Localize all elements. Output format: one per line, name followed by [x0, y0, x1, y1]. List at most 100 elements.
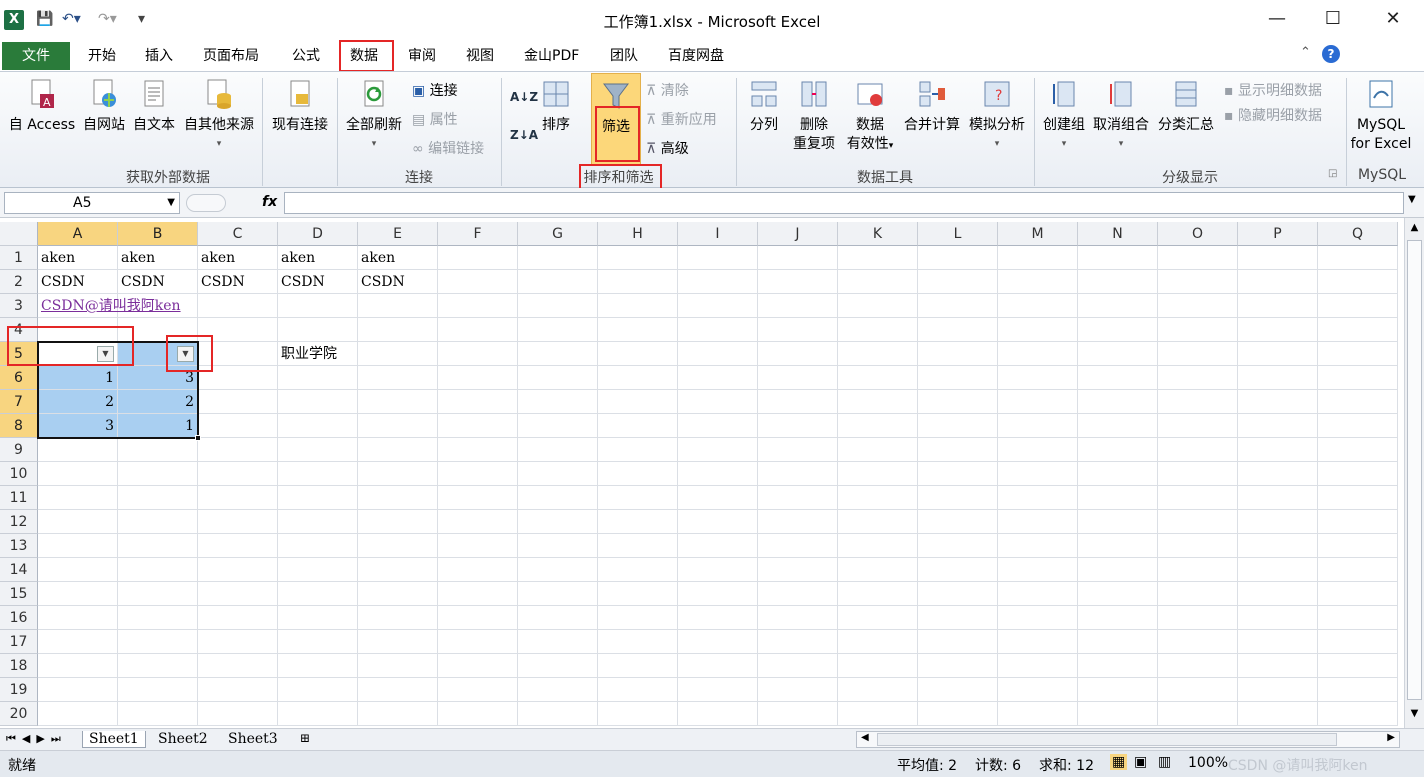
row-header-7[interactable]: 7: [0, 390, 38, 414]
column-header-Q[interactable]: Q: [1318, 222, 1398, 246]
cell-J20[interactable]: [758, 702, 838, 726]
cell-G20[interactable]: [518, 702, 598, 726]
cell-O18[interactable]: [1158, 654, 1238, 678]
cell-L4[interactable]: [918, 318, 998, 342]
column-header-M[interactable]: M: [998, 222, 1078, 246]
cell-K4[interactable]: [838, 318, 918, 342]
cell-F4[interactable]: [438, 318, 518, 342]
cell-Q12[interactable]: [1318, 510, 1398, 534]
cell-J4[interactable]: [758, 318, 838, 342]
column-header-O[interactable]: O: [1158, 222, 1238, 246]
row-header-4[interactable]: 4: [0, 318, 38, 342]
cell-K19[interactable]: [838, 678, 918, 702]
cell-F13[interactable]: [438, 534, 518, 558]
cell-I20[interactable]: [678, 702, 758, 726]
cell-A1[interactable]: aken: [38, 246, 118, 270]
cell-J15[interactable]: [758, 582, 838, 606]
column-header-D[interactable]: D: [278, 222, 358, 246]
cell-F5[interactable]: [438, 342, 518, 366]
cell-B14[interactable]: [118, 558, 198, 582]
row-header-18[interactable]: 18: [0, 654, 38, 678]
autofilter-dropdown-A[interactable]: ▼: [97, 346, 114, 362]
cell-O7[interactable]: [1158, 390, 1238, 414]
cell-P17[interactable]: [1238, 630, 1318, 654]
cell-F10[interactable]: [438, 462, 518, 486]
cell-A8[interactable]: 3: [38, 414, 118, 438]
connections-button[interactable]: ▣ 连接: [412, 80, 458, 100]
cell-M13[interactable]: [998, 534, 1078, 558]
cell-C20[interactable]: [198, 702, 278, 726]
cell-I2[interactable]: [678, 270, 758, 294]
cell-A15[interactable]: [38, 582, 118, 606]
tab-team[interactable]: 团队: [610, 45, 638, 65]
advanced-filter-button[interactable]: ⊼ 高级: [646, 138, 689, 158]
cell-A20[interactable]: [38, 702, 118, 726]
cell-J16[interactable]: [758, 606, 838, 630]
cell-A14[interactable]: [38, 558, 118, 582]
cell-I12[interactable]: [678, 510, 758, 534]
cell-I4[interactable]: [678, 318, 758, 342]
cell-H18[interactable]: [598, 654, 678, 678]
cell-F20[interactable]: [438, 702, 518, 726]
cell-L1[interactable]: [918, 246, 998, 270]
cell-D13[interactable]: [278, 534, 358, 558]
cell-N19[interactable]: [1078, 678, 1158, 702]
cell-N14[interactable]: [1078, 558, 1158, 582]
cell-D8[interactable]: [278, 414, 358, 438]
cell-E6[interactable]: [358, 366, 438, 390]
column-header-G[interactable]: G: [518, 222, 598, 246]
cell-N10[interactable]: [1078, 462, 1158, 486]
cell-H14[interactable]: [598, 558, 678, 582]
cell-C2[interactable]: CSDN: [198, 270, 278, 294]
cell-P2[interactable]: [1238, 270, 1318, 294]
remove-duplicates-button[interactable]: 删除 重复项: [790, 78, 838, 154]
cell-H5[interactable]: [598, 342, 678, 366]
cell-B2[interactable]: CSDN: [118, 270, 198, 294]
cell-E4[interactable]: [358, 318, 438, 342]
cell-P7[interactable]: [1238, 390, 1318, 414]
cell-I6[interactable]: [678, 366, 758, 390]
row-header-17[interactable]: 17: [0, 630, 38, 654]
cell-N20[interactable]: [1078, 702, 1158, 726]
column-header-P[interactable]: P: [1238, 222, 1318, 246]
cell-C1[interactable]: aken: [198, 246, 278, 270]
cell-M8[interactable]: [998, 414, 1078, 438]
page-break-view-icon[interactable]: ▥: [1158, 754, 1171, 770]
cell-K18[interactable]: [838, 654, 918, 678]
cell-C19[interactable]: [198, 678, 278, 702]
cell-O8[interactable]: [1158, 414, 1238, 438]
cell-Q17[interactable]: [1318, 630, 1398, 654]
cell-B6[interactable]: 3: [118, 366, 198, 390]
cell-H2[interactable]: [598, 270, 678, 294]
cell-M6[interactable]: [998, 366, 1078, 390]
vertical-scrollbar[interactable]: ▲ ▼: [1404, 218, 1424, 728]
cell-H8[interactable]: [598, 414, 678, 438]
cell-G4[interactable]: [518, 318, 598, 342]
refresh-all-button[interactable]: 全部刷新 ▾: [342, 78, 406, 154]
cell-I18[interactable]: [678, 654, 758, 678]
cell-B16[interactable]: [118, 606, 198, 630]
cell-D20[interactable]: [278, 702, 358, 726]
cell-M15[interactable]: [998, 582, 1078, 606]
cell-Q15[interactable]: [1318, 582, 1398, 606]
cell-I7[interactable]: [678, 390, 758, 414]
cell-Q8[interactable]: [1318, 414, 1398, 438]
cell-E13[interactable]: [358, 534, 438, 558]
cell-P4[interactable]: [1238, 318, 1318, 342]
cell-E3[interactable]: [358, 294, 438, 318]
sheet-tab-3[interactable]: Sheet3: [228, 731, 278, 747]
row-header-8[interactable]: 8: [0, 414, 38, 438]
cell-O20[interactable]: [1158, 702, 1238, 726]
cell-Q16[interactable]: [1318, 606, 1398, 630]
cell-I3[interactable]: [678, 294, 758, 318]
tab-view[interactable]: 视图: [466, 45, 494, 65]
cell-O2[interactable]: [1158, 270, 1238, 294]
cell-F8[interactable]: [438, 414, 518, 438]
cell-F15[interactable]: [438, 582, 518, 606]
cell-A19[interactable]: [38, 678, 118, 702]
cell-Q9[interactable]: [1318, 438, 1398, 462]
cell-M11[interactable]: [998, 486, 1078, 510]
cell-G18[interactable]: [518, 654, 598, 678]
cell-J9[interactable]: [758, 438, 838, 462]
cell-Q7[interactable]: [1318, 390, 1398, 414]
